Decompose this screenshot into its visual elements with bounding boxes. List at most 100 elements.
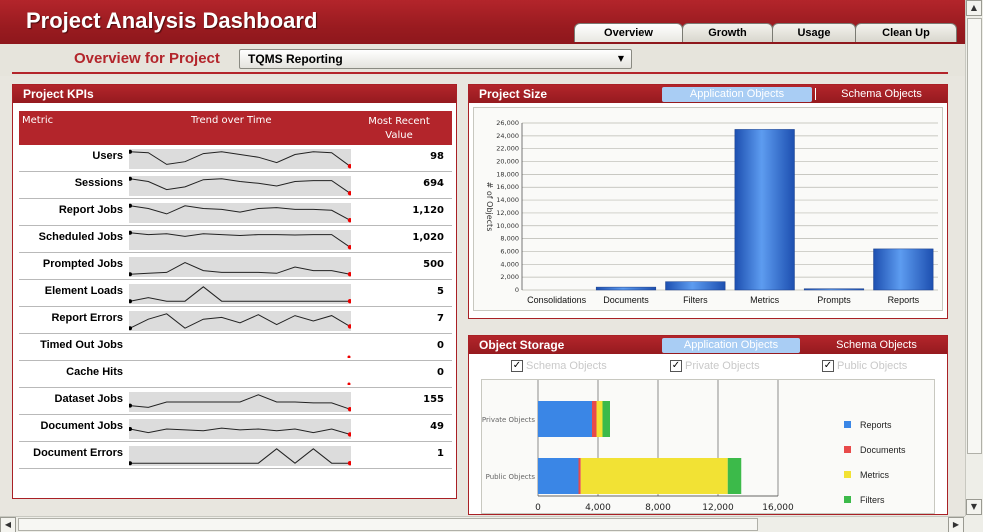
- y-tick-label: 16,000: [496, 183, 519, 191]
- sparkline-start-point: [129, 149, 132, 154]
- toggle-application-objects[interactable]: Application Objects: [662, 338, 800, 353]
- toggle-schema-objects[interactable]: Schema Objects: [829, 87, 934, 102]
- checkbox-checked-icon[interactable]: ✓: [511, 360, 523, 372]
- kpi-row: Users 98: [19, 145, 452, 172]
- sparkline-trend: [129, 261, 351, 275]
- kpi-sparkline: [129, 311, 351, 331]
- project-size-panel: Project Size Application Objects Schema …: [468, 84, 948, 319]
- project-size-title-text: Project Size: [479, 87, 548, 101]
- x-tick-label: 8,000: [645, 503, 671, 513]
- x-tick-label: 0: [535, 503, 541, 513]
- x-tick-label: 4,000: [585, 503, 611, 513]
- legend-label: Filters: [860, 495, 885, 505]
- kpi-row: Report Jobs 1,120: [19, 199, 452, 226]
- x-tick-label: Reports: [888, 295, 920, 305]
- kpi-metric-value: 0: [437, 367, 444, 378]
- kpi-row: Document Errors 1: [19, 442, 452, 469]
- checkbox-checked-icon[interactable]: ✓: [670, 360, 682, 372]
- checkbox-public-objects[interactable]: ✓ Public Objects: [822, 360, 907, 372]
- sparkline-start-point: [129, 299, 132, 304]
- y-tick-label: 18,000: [496, 170, 519, 178]
- tab-clean-up[interactable]: Clean Up: [855, 23, 957, 42]
- project-select[interactable]: TQMS Reporting ▼: [239, 49, 632, 69]
- kpi-row: Element Loads 5: [19, 280, 452, 307]
- bar: [803, 288, 865, 291]
- kpi-metric-label: Timed Out Jobs: [40, 339, 123, 351]
- bar: [595, 286, 657, 291]
- checkbox-private-objects[interactable]: ✓ Private Objects: [670, 360, 760, 372]
- tab-growth[interactable]: Growth: [682, 23, 773, 42]
- sparkline-trend: [129, 232, 351, 248]
- y-tick-label: Private Objects: [482, 416, 535, 424]
- sparkline-start-point: [129, 326, 132, 331]
- kpi-sparkline: [129, 284, 351, 304]
- kpi-metric-value: 98: [430, 151, 444, 162]
- y-tick-label: Public Objects: [486, 473, 536, 481]
- kpi-metric-label: Prompted Jobs: [42, 258, 123, 270]
- kpi-metric-value: 49: [430, 421, 444, 432]
- dropdown-arrow-icon[interactable]: ▼: [615, 53, 627, 65]
- stacked-bar-segment: [602, 401, 610, 437]
- kpi-sparkline: [129, 176, 351, 196]
- scroll-down-icon[interactable]: ▼: [966, 499, 982, 515]
- checkbox-schema-objects[interactable]: ✓ Schema Objects: [511, 360, 607, 372]
- horizontal-scroll-thumb[interactable]: [18, 518, 758, 531]
- y-tick-label: 22,000: [496, 145, 519, 153]
- kpi-metric-value: 1,120: [412, 205, 444, 216]
- kpi-metric-label: Document Jobs: [40, 420, 123, 432]
- sparkline-start-point: [129, 403, 132, 408]
- horizontal-scrollbar[interactable]: ◀ ▶: [0, 516, 965, 532]
- kpi-row: Dataset Jobs 155: [19, 388, 452, 415]
- kpi-row: Timed Out Jobs 0: [19, 334, 452, 361]
- project-size-title: Project Size Application Objects Schema …: [469, 85, 947, 103]
- x-tick-label: Consolidations: [527, 295, 587, 305]
- divider: [12, 72, 948, 74]
- app-title: Project Analysis Dashboard: [26, 8, 318, 33]
- scroll-right-icon[interactable]: ▶: [948, 517, 964, 532]
- sparkline-start-point: [129, 272, 132, 277]
- sparkline-trend: [129, 286, 350, 302]
- kpi-row: Report Errors 7: [19, 307, 452, 334]
- y-tick-label: 26,000: [496, 119, 519, 127]
- sparkline-trend: [129, 427, 351, 435]
- app-header: Project Analysis Dashboard Overview Grow…: [0, 0, 965, 44]
- object-storage-title-text: Object Storage: [479, 338, 565, 352]
- kpi-sparkline: [129, 365, 351, 385]
- kpi-row: Prompted Jobs 500: [19, 253, 452, 280]
- scroll-left-icon[interactable]: ◀: [0, 517, 16, 532]
- sparkline-start-point: [129, 230, 132, 235]
- sparkline-end-point: [347, 432, 351, 437]
- sparkline-trend: [130, 448, 350, 464]
- sparkline-trend: [129, 313, 351, 329]
- toggle-schema-objects[interactable]: Schema Objects: [824, 338, 929, 353]
- kpi-sparkline: [129, 338, 351, 358]
- kpi-sparkline: [129, 203, 351, 223]
- stacked-bar-segment: [727, 458, 742, 494]
- tab-usage[interactable]: Usage: [772, 23, 856, 42]
- vertical-scroll-thumb[interactable]: [967, 18, 982, 454]
- checkbox-label: Schema Objects: [526, 360, 607, 372]
- sparkline-end-point: [347, 407, 351, 412]
- vertical-scrollbar[interactable]: ▲ ▼: [965, 0, 983, 516]
- sparkline-trend: [129, 151, 351, 167]
- column-metric: Metric: [22, 115, 54, 126]
- legend-swatch: [844, 496, 851, 503]
- kpi-sparkline: [129, 257, 351, 277]
- kpi-column-header: Metric Trend over Time Most Recent Value: [19, 111, 452, 145]
- y-tick-label: 12,000: [496, 209, 519, 217]
- kpi-row: Sessions 694: [19, 172, 452, 199]
- kpi-sparkline: [129, 446, 351, 466]
- kpi-metric-label: Dataset Jobs: [54, 393, 123, 405]
- y-tick-label: 4,000: [500, 260, 519, 268]
- kpi-metric-value: 5: [437, 286, 444, 297]
- kpi-metric-value: 500: [423, 259, 444, 270]
- project-size-chart: 0 2,000 4,000 6,000 8,000 10,000 12,000 14,000 1…: [485, 119, 938, 305]
- toggle-application-objects[interactable]: Application Objects: [662, 87, 812, 102]
- column-trend: Trend over Time: [191, 115, 272, 126]
- tab-overview[interactable]: Overview: [574, 23, 683, 42]
- legend-label: Reports: [860, 420, 892, 430]
- overview-label: Overview for Project: [74, 50, 220, 67]
- object-storage-chart-area: 0 4,000 8,000 12,000 16,000 Private Objects Pu…: [481, 379, 935, 514]
- scroll-up-icon[interactable]: ▲: [966, 0, 982, 16]
- checkbox-checked-icon[interactable]: ✓: [822, 360, 834, 372]
